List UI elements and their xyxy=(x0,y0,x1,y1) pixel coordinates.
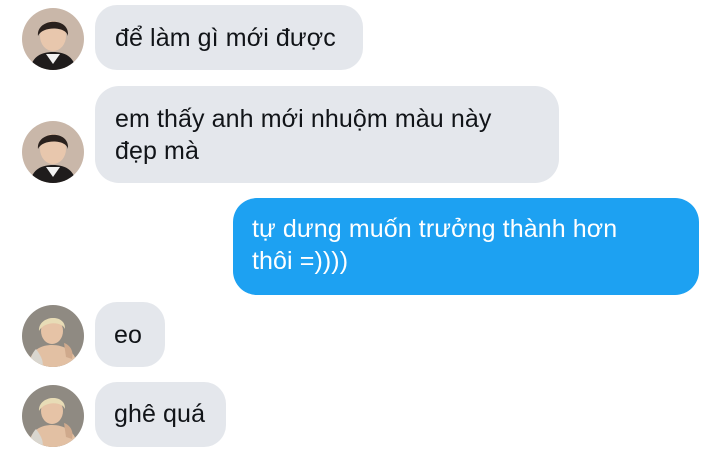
avatar-blonde-hair-image xyxy=(22,305,84,367)
message-text: thôi =)))) xyxy=(252,247,349,275)
message-bubble-incoming[interactable]: em thấy anh mới nhuộm màu này đẹp mà xyxy=(95,86,559,183)
avatar-dark-hair-image xyxy=(22,121,84,183)
contact-avatar[interactable] xyxy=(22,8,84,70)
message-text: eo xyxy=(114,321,143,349)
avatar-dark-hair-image xyxy=(22,8,84,70)
message-text: em thấy anh mới nhuộm màu này xyxy=(115,105,492,133)
message-text: tự dưng muốn trưởng thành hơn xyxy=(252,215,618,243)
message-bubble-incoming[interactable]: ghê quá xyxy=(95,382,226,447)
message-text: đẹp mà xyxy=(115,137,199,165)
avatar-blonde-hair-image xyxy=(22,385,84,447)
message-text: để làm gì mới được xyxy=(115,24,336,52)
message-bubble-incoming[interactable]: eo xyxy=(95,302,165,367)
message-bubble-incoming[interactable]: để làm gì mới được xyxy=(95,5,363,70)
message-bubble-outgoing[interactable]: tự dưng muốn trưởng thành hơn thôi =)))) xyxy=(233,198,699,295)
message-text: ghê quá xyxy=(114,400,206,428)
contact-avatar[interactable] xyxy=(22,305,84,367)
contact-avatar[interactable] xyxy=(22,121,84,183)
contact-avatar[interactable] xyxy=(22,385,84,447)
